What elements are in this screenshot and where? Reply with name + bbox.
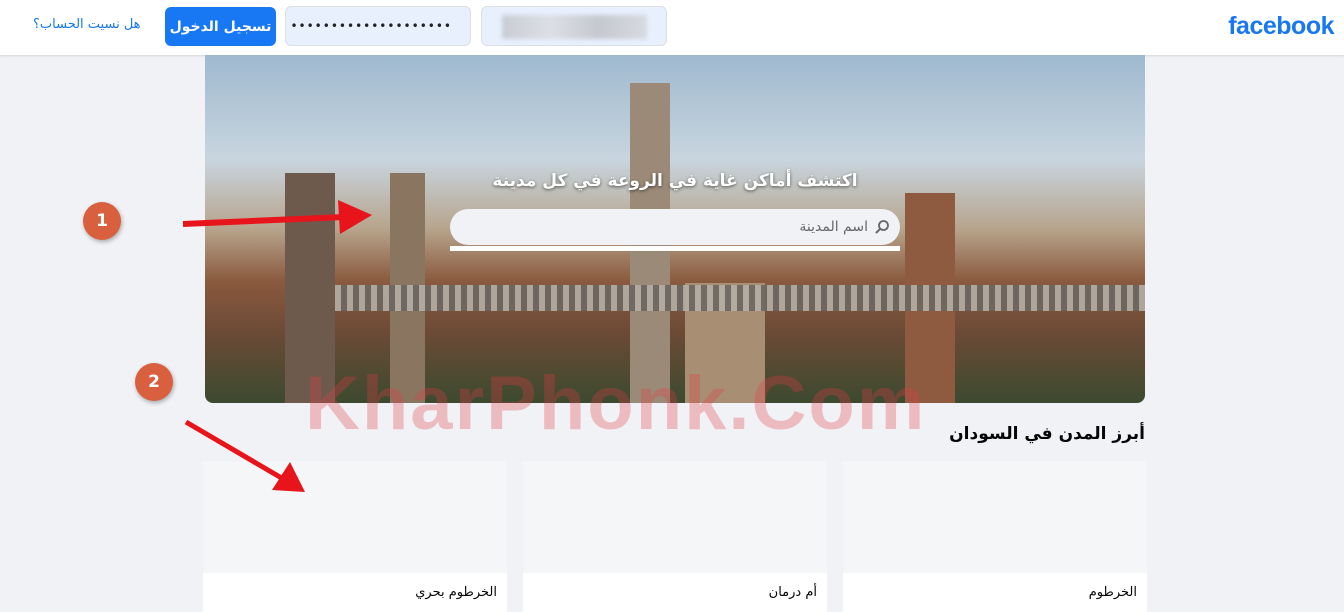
arrow-icon	[182, 200, 372, 234]
annotation-arrows	[182, 200, 372, 492]
arrow-icon	[184, 419, 305, 492]
annotation-badge-1: 1	[83, 202, 121, 240]
annotation-badge-2: 2	[135, 363, 173, 401]
